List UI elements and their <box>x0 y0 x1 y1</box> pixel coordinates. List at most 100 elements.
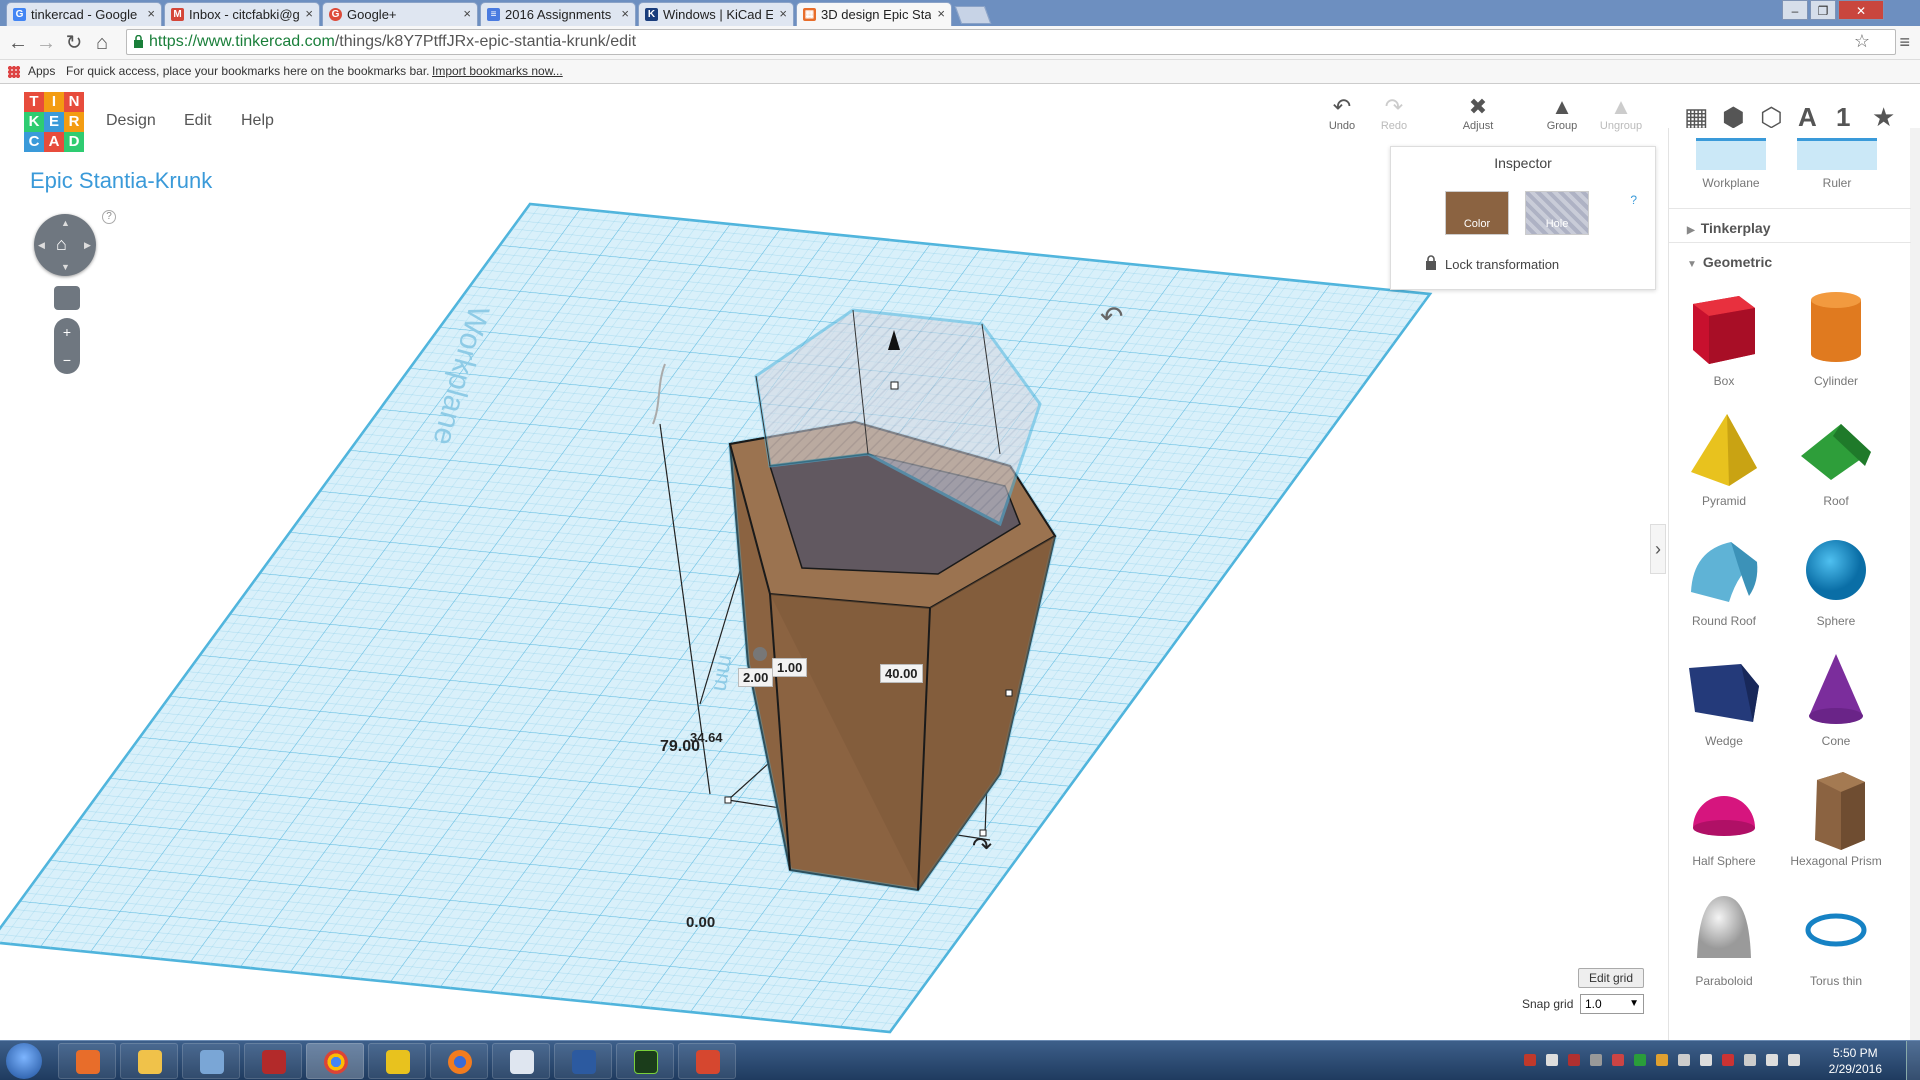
start-button[interactable] <box>6 1043 42 1079</box>
panel-toggle-chevron-icon[interactable]: › <box>1650 524 1666 574</box>
import-bookmarks-link[interactable]: Import bookmarks now... <box>432 60 563 82</box>
volume-icon[interactable] <box>1788 1054 1800 1066</box>
shape-paraboloid[interactable]: Paraboloid <box>1669 886 1779 988</box>
tray-icon[interactable] <box>1634 1054 1646 1066</box>
view-navigation-cube[interactable]: ⌂ ▲ ▼ ◀ ▶ <box>34 214 96 276</box>
tab-assignments[interactable]: ≡ 2016 Assignments & Assessments × <box>480 2 636 26</box>
taskbar-powershell[interactable] <box>554 1043 612 1079</box>
taskbar-media-player[interactable] <box>58 1043 116 1079</box>
shape-round-roof[interactable]: Round Roof <box>1669 526 1779 628</box>
rotate-handle-icon[interactable]: ↷ <box>972 832 992 860</box>
shape-cone[interactable]: Cone <box>1781 646 1891 748</box>
taskbar-app[interactable] <box>368 1043 426 1079</box>
browser-menu-icon[interactable]: ≡ <box>1899 32 1910 53</box>
zoom-out-icon[interactable]: − <box>54 346 80 374</box>
tab-google-search[interactable]: G tinkercad - Google Search × <box>6 2 162 26</box>
section-geometric[interactable]: ▼ Geometric <box>1687 254 1772 270</box>
color-swatch[interactable]: Color <box>1445 191 1509 235</box>
reload-icon[interactable]: ↻ <box>62 31 86 55</box>
show-desktop-button[interactable] <box>1906 1041 1920 1080</box>
apps-link[interactable]: Apps <box>28 60 55 82</box>
shape-torus-thin[interactable]: Torus thin <box>1781 886 1891 988</box>
corner-handle[interactable] <box>724 796 732 804</box>
snap-grid-select[interactable]: 1.0 ▼ <box>1580 994 1644 1014</box>
arrow-left-icon[interactable]: ◀ <box>38 240 45 251</box>
bookmark-star-icon[interactable]: ☆ <box>1854 31 1870 52</box>
section-tinkerplay[interactable]: ▶ Tinkerplay <box>1687 220 1770 236</box>
inspector-help-icon[interactable]: ? <box>1630 193 1637 207</box>
ruler-tool[interactable]: Ruler <box>1787 128 1887 190</box>
tab-tinkercad-design[interactable]: ▦ 3D design Epic Stantia-Krunk × <box>796 2 952 26</box>
shape-pyramid[interactable]: Pyramid <box>1669 406 1779 508</box>
origin-handle[interactable] <box>753 647 767 661</box>
tinkercad-logo[interactable]: T I N K E R C A D <box>24 92 84 152</box>
shape-half-sphere[interactable]: Half Sphere <box>1669 766 1779 868</box>
lock-transformation-toggle[interactable]: Lock transformation <box>1426 255 1559 272</box>
tray-icon[interactable] <box>1612 1054 1624 1066</box>
ungroup-button[interactable]: ▲ Ungroup <box>1596 94 1646 132</box>
rotate-handle-icon[interactable]: ↶ <box>1100 300 1123 333</box>
arrow-up-icon[interactable]: ▲ <box>61 218 70 228</box>
tray-icon[interactable] <box>1722 1054 1734 1066</box>
fit-view-icon[interactable] <box>54 286 80 310</box>
shape-hexagonal-prism[interactable]: Hexagonal Prism <box>1781 766 1891 868</box>
apps-grid-icon[interactable] <box>8 66 20 78</box>
shape-box[interactable]: Box <box>1669 286 1779 388</box>
shape-roof[interactable]: Roof <box>1781 406 1891 508</box>
system-clock[interactable]: 5:50 PM 2/29/2016 <box>1829 1045 1882 1077</box>
arrow-down-icon[interactable]: ▼ <box>61 262 70 272</box>
tray-icon[interactable] <box>1568 1054 1580 1066</box>
tray-icon[interactable] <box>1524 1054 1536 1066</box>
close-icon[interactable]: × <box>463 6 471 21</box>
taskbar-chrome[interactable] <box>306 1043 364 1079</box>
tray-icon[interactable] <box>1590 1054 1602 1066</box>
window-close-button[interactable]: ✕ <box>1838 0 1884 20</box>
flag-icon[interactable] <box>1744 1054 1756 1066</box>
help-icon[interactable]: ? <box>102 210 116 224</box>
taskbar-app[interactable] <box>244 1043 302 1079</box>
tray-icon[interactable] <box>1546 1054 1558 1066</box>
workplane-grid[interactable] <box>0 202 1433 1034</box>
close-icon[interactable]: × <box>305 6 313 21</box>
taskbar-firefox[interactable] <box>430 1043 488 1079</box>
taskbar-dreamweaver[interactable] <box>616 1043 674 1079</box>
tab-gmail[interactable]: M Inbox - citcfabki@gmail.com × <box>164 2 320 26</box>
dimension-label[interactable]: 2.00 <box>738 668 774 687</box>
edit-grid-button[interactable]: Edit grid <box>1578 968 1644 988</box>
corner-handle[interactable] <box>1005 689 1013 697</box>
taskbar-app[interactable] <box>182 1043 240 1079</box>
tray-icon[interactable] <box>1700 1054 1712 1066</box>
new-tab-button[interactable] <box>954 6 992 24</box>
minimize-button[interactable]: – <box>1782 0 1808 20</box>
forward-arrow-icon[interactable]: → <box>34 31 58 55</box>
undo-button[interactable]: ↶ Undo <box>1322 94 1362 132</box>
close-icon[interactable]: × <box>937 6 945 21</box>
tab-kicad[interactable]: K Windows | KiCad EDA × <box>638 2 794 26</box>
maximize-button[interactable]: ❐ <box>1810 0 1836 20</box>
menu-design[interactable]: Design <box>106 112 156 130</box>
taskbar-explorer[interactable] <box>120 1043 178 1079</box>
workplane-tool[interactable]: Workplane <box>1681 128 1781 190</box>
home-view-icon[interactable]: ⌂ <box>56 234 67 255</box>
panel-scrollbar[interactable] <box>1910 128 1920 1040</box>
close-icon[interactable]: × <box>621 6 629 21</box>
home-icon[interactable]: ⌂ <box>90 31 114 55</box>
depth-dimension-label[interactable]: 34.64 <box>690 730 723 745</box>
arrow-right-icon[interactable]: ▶ <box>84 240 91 251</box>
adjust-button[interactable]: ✖ Adjust <box>1458 94 1498 132</box>
tray-icon[interactable] <box>1678 1054 1690 1066</box>
tab-google-plus[interactable]: G Google+ × <box>322 2 478 26</box>
close-icon[interactable]: × <box>779 6 787 21</box>
width-dimension-label[interactable]: 40.00 <box>880 664 923 683</box>
address-bar[interactable]: https://www.tinkercad.com/things/k8Y7Ptf… <box>126 29 1896 55</box>
origin-dimension-label[interactable]: 0.00 <box>686 914 715 931</box>
menu-help[interactable]: Help <box>241 112 274 130</box>
menu-edit[interactable]: Edit <box>184 112 212 130</box>
design-title[interactable]: Epic Stantia-Krunk <box>30 168 212 194</box>
dimension-label[interactable]: 1.00 <box>772 658 808 677</box>
shape-wedge[interactable]: Wedge <box>1669 646 1779 748</box>
back-arrow-icon[interactable]: ← <box>6 31 30 55</box>
shape-sphere[interactable]: Sphere <box>1781 526 1891 628</box>
close-icon[interactable]: × <box>147 6 155 21</box>
tray-icon[interactable] <box>1656 1054 1668 1066</box>
